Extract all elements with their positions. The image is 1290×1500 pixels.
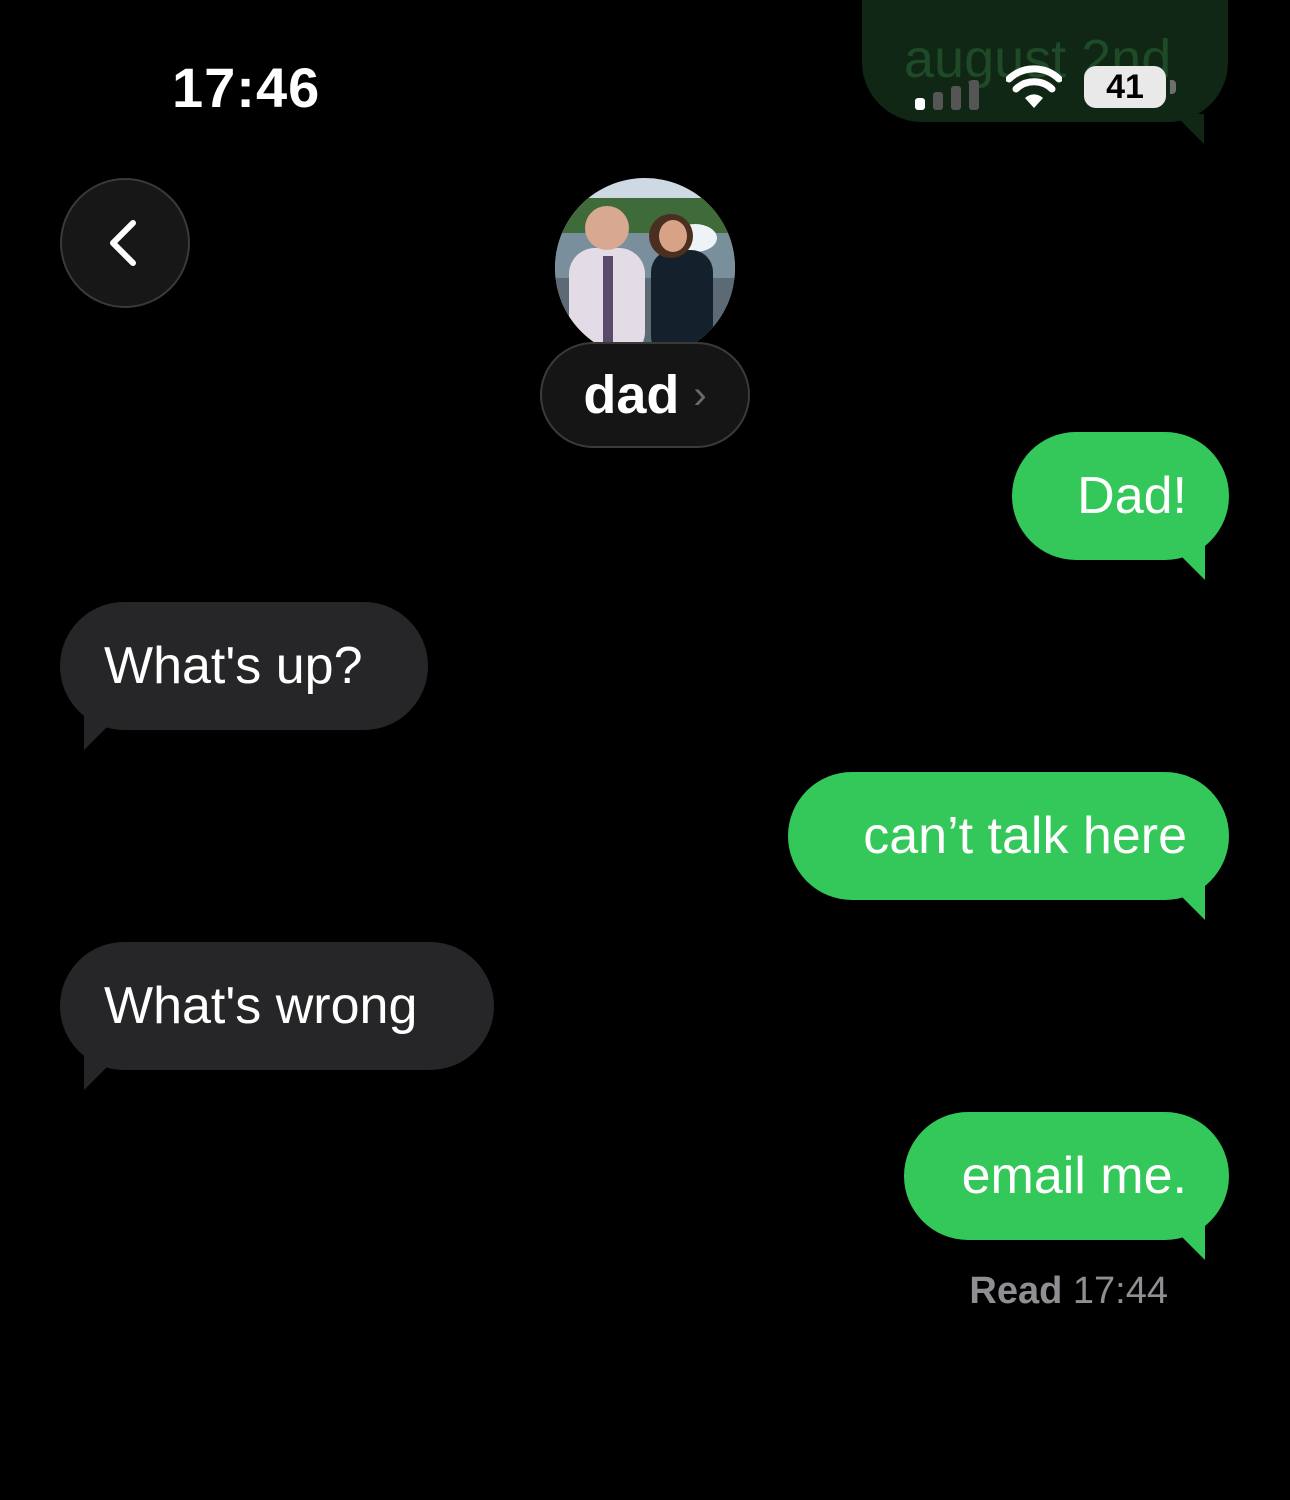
- message-text: Dad!: [1077, 467, 1187, 525]
- avatar-photo: [555, 178, 735, 358]
- read-receipt-label: Read: [969, 1270, 1063, 1312]
- battery-nub: [1170, 80, 1176, 94]
- wifi-icon: [1006, 65, 1062, 108]
- bubble-tail: [1169, 1224, 1205, 1260]
- status-time: 17:46: [172, 56, 321, 119]
- chevron-left-icon: [110, 220, 136, 266]
- message-bubble-received[interactable]: What's wrong: [60, 942, 494, 1090]
- message-text: email me.: [961, 1147, 1187, 1205]
- ghost-bubble-tail: [1174, 114, 1204, 144]
- message-text: can’t talk here: [863, 807, 1187, 865]
- avatar[interactable]: [555, 178, 735, 358]
- cellular-signal-icon: [915, 80, 979, 110]
- back-button[interactable]: [60, 178, 190, 308]
- bubble-tail: [84, 1054, 120, 1090]
- message-bubble-sent[interactable]: email me.: [904, 1112, 1229, 1260]
- read-receipt-time: 17:44: [1072, 1270, 1168, 1312]
- read-receipt: Read 17:44: [969, 1270, 1168, 1313]
- message-text: What's up?: [104, 637, 363, 695]
- bubble-tail: [1169, 544, 1205, 580]
- bubble-tail: [1169, 884, 1205, 920]
- chevron-right-icon: ›: [693, 373, 707, 417]
- battery-icon: 41: [1084, 66, 1166, 108]
- contact-name: dad: [583, 365, 680, 425]
- bubble-tail: [84, 714, 120, 750]
- message-text: What's wrong: [104, 977, 418, 1035]
- contact-name-button[interactable]: dad ›: [540, 342, 750, 448]
- message-bubble-sent[interactable]: Dad!: [1012, 432, 1229, 580]
- message-bubble-received[interactable]: What's up?: [60, 602, 428, 750]
- message-bubble-sent[interactable]: can’t talk here: [788, 772, 1229, 920]
